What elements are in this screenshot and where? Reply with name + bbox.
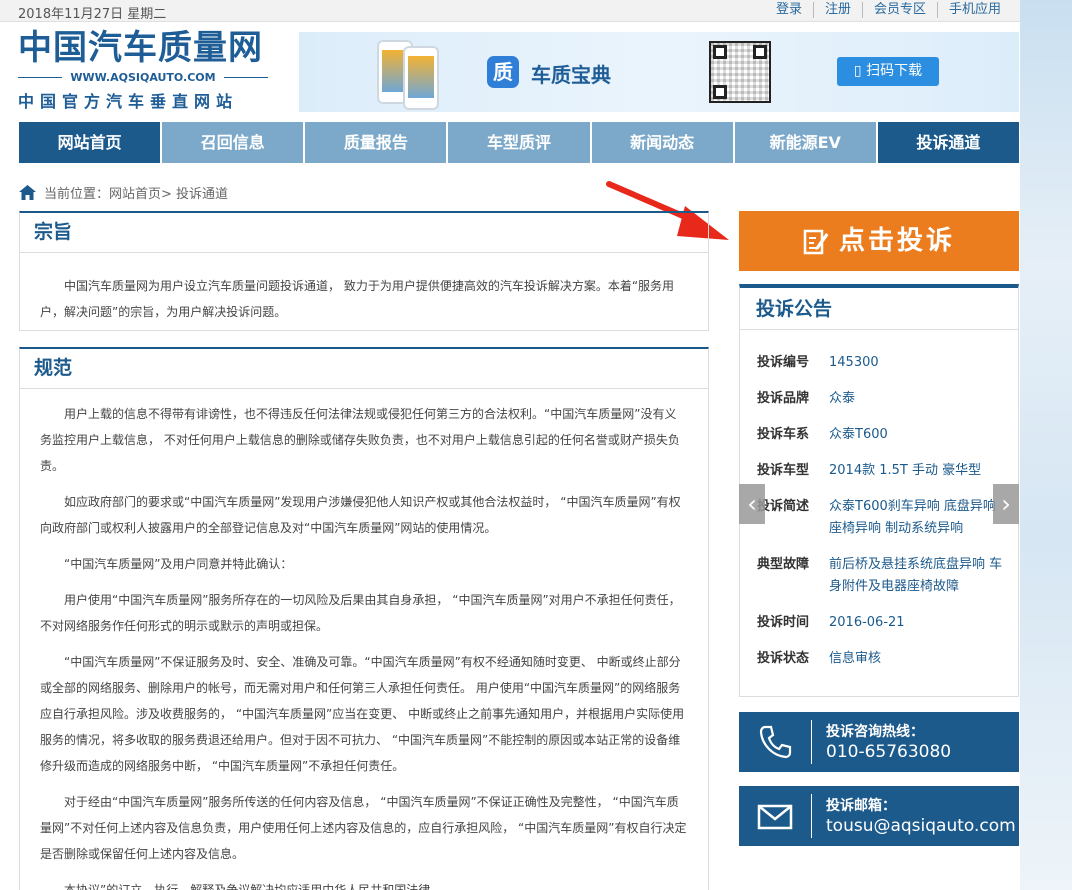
notice-value: 2016-06-21 bbox=[829, 615, 905, 630]
notice-key: 投诉时间 bbox=[757, 615, 810, 630]
notice-key: 投诉车型 bbox=[757, 463, 810, 478]
home-icon bbox=[19, 185, 36, 200]
top-links: 登录 注册 会员专区 手机应用 bbox=[765, 2, 1012, 18]
logo-slogan: 中国官方汽车垂直网站 bbox=[18, 92, 239, 111]
phone-image bbox=[403, 46, 439, 110]
scan-download-button[interactable]: ▯ 扫码下载 bbox=[837, 57, 939, 86]
rules-paragraph: “中国汽车质量网”不保证服务及时、安全、准确及可靠。“中国汽车质量网”有权不经通… bbox=[40, 655, 685, 773]
notice-prev-button[interactable]: ‹ bbox=[739, 484, 765, 524]
notice-key: 投诉车系 bbox=[757, 427, 810, 442]
breadcrumb: 当前位置：网站首页> 投诉通道 bbox=[19, 183, 228, 202]
nav-recall[interactable]: 召回信息 bbox=[162, 122, 304, 163]
purpose-section: 宗旨 中国汽车质量网为用户设立汽车质量问题投诉通道， 致力于为用户提供便捷高效的… bbox=[19, 211, 709, 331]
email-address[interactable]: tousu@aqsiqauto.com bbox=[826, 816, 1016, 836]
logo-url-row: WWW.AQSIQAUTO.COM bbox=[18, 71, 268, 84]
rules-paragraph: 如应政府部门的要求或“中国汽车质量网”发现用户涉嫌侵犯他人知识产权或其他合法权益… bbox=[40, 495, 681, 535]
page-background bbox=[1020, 0, 1072, 890]
rules-paragraph: 本协议”的订立、执行、解释及争议解决均应适用中华人民共和国法律。 bbox=[64, 883, 443, 890]
complaint-notice-panel: 投诉公告 投诉编号 145300 投诉品牌 众泰 投诉车系 众泰T600 投诉车… bbox=[739, 284, 1019, 697]
current-date: 2018年11月27日 星期二 bbox=[18, 7, 167, 22]
nav-new-energy[interactable]: 新能源EV bbox=[734, 122, 876, 163]
notice-next-button[interactable]: › bbox=[993, 484, 1019, 524]
notice-row: 投诉编号 145300 bbox=[757, 352, 1018, 374]
nav-news[interactable]: 新闻动态 bbox=[591, 122, 733, 163]
notice-row: 投诉车型 2014款 1.5T 手动 豪华型 bbox=[757, 460, 1018, 482]
site-logo[interactable]: 中国汽车质量网 WWW.AQSIQAUTO.COM 中国官方汽车垂直网站 bbox=[18, 28, 268, 116]
notice-value: 145300 bbox=[829, 355, 879, 370]
notice-row: 典型故障 前后桥及悬挂系统底盘异响 车身附件及电器座椅故障 bbox=[757, 554, 1018, 598]
notice-row: 投诉状态 信息审核 bbox=[757, 648, 1018, 670]
rules-paragraph: 用户上载的信息不得带有诽谤性，也不得违反任何法律法规或侵犯任何第三方的合法权利。… bbox=[40, 407, 680, 473]
register-link[interactable]: 注册 bbox=[812, 2, 862, 18]
notice-value: 2014款 1.5T 手动 豪华型 bbox=[829, 463, 982, 478]
notice-row: 投诉品牌 众泰 bbox=[757, 388, 1018, 410]
notice-key: 投诉简述 bbox=[757, 499, 810, 514]
nav-model-review[interactable]: 车型质评 bbox=[448, 122, 590, 163]
chevron-left-icon: ‹ bbox=[747, 490, 757, 518]
notice-key: 典型故障 bbox=[757, 557, 810, 572]
logo-title: 中国汽车质量网 bbox=[18, 28, 263, 68]
logo-url: WWW.AQSIQAUTO.COM bbox=[70, 71, 216, 84]
hotline-label: 投诉咨询热线： bbox=[826, 724, 924, 740]
nav-quality-report[interactable]: 质量报告 bbox=[305, 122, 447, 163]
breadcrumb-text: 当前位置：网站首页> 投诉通道 bbox=[44, 187, 229, 202]
nav-home[interactable]: 网站首页 bbox=[19, 122, 161, 163]
phone-icon bbox=[759, 725, 792, 759]
notice-title: 投诉公告 bbox=[740, 288, 1018, 330]
purpose-paragraph: 中国汽车质量网为用户设立汽车质量问题投诉通道， 致力于为用户提供便捷高效的汽车投… bbox=[40, 279, 675, 319]
notice-row: 投诉车系 众泰T600 bbox=[757, 424, 1018, 446]
notice-value: 信息审核 bbox=[829, 651, 882, 666]
email-label: 投诉邮箱： bbox=[826, 798, 896, 814]
rules-section: 规范 用户上载的信息不得带有诽谤性，也不得违反任何法律法规或侵犯任何第三方的合法… bbox=[19, 347, 709, 890]
qr-code-icon bbox=[709, 41, 771, 103]
notice-row: 投诉时间 2016-06-21 bbox=[757, 612, 1018, 634]
notice-value: 众泰T600 bbox=[829, 427, 888, 442]
rules-title: 规范 bbox=[20, 349, 708, 389]
submit-complaint-button[interactable]: 点击投诉 bbox=[739, 211, 1019, 271]
email-panel: 投诉邮箱： tousu@aqsiqauto.com bbox=[739, 786, 1019, 846]
notice-row: 投诉简述 众泰T600刹车异响 底盘异响 座椅异响 制动系统异响 bbox=[757, 496, 1018, 540]
edit-icon bbox=[803, 229, 829, 254]
hotline-number[interactable]: 010-65763080 bbox=[826, 742, 951, 762]
login-link[interactable]: 登录 bbox=[765, 2, 813, 18]
chevron-right-icon: › bbox=[1001, 490, 1011, 518]
notice-value: 众泰 bbox=[829, 391, 856, 406]
phone-icon: ▯ bbox=[853, 63, 867, 79]
app-name: 车质宝典 bbox=[531, 63, 611, 87]
submit-complaint-label: 点击投诉 bbox=[838, 226, 955, 256]
top-bar: 2018年11月27日 星期二 登录 注册 会员专区 手机应用 bbox=[0, 0, 1020, 22]
nav-complaint[interactable]: 投诉通道 bbox=[877, 122, 1019, 163]
mobile-app-link[interactable]: 手机应用 bbox=[936, 2, 1012, 18]
rules-paragraph: 用户使用“中国汽车质量网”服务所存在的一切风险及后果由其自身承担， “中国汽车质… bbox=[40, 593, 681, 633]
notice-rows[interactable]: 投诉编号 145300 投诉品牌 众泰 投诉车系 众泰T600 投诉车型 201… bbox=[740, 330, 1018, 670]
scan-download-label: 扫码下载 bbox=[866, 63, 923, 79]
app-icon: 质 bbox=[487, 56, 519, 88]
notice-key: 投诉品牌 bbox=[757, 391, 810, 406]
purpose-title: 宗旨 bbox=[20, 213, 708, 253]
notice-value: 众泰T600刹车异响 底盘异响 座椅异响 制动系统异响 bbox=[829, 499, 996, 536]
app-banner[interactable]: 质 车质宝典 ▯ 扫码下载 bbox=[299, 32, 1019, 112]
main-nav: 网站首页 召回信息 质量报告 车型质评 新闻动态 新能源EV 投诉通道 bbox=[19, 122, 1019, 163]
hotline-panel: 投诉咨询热线： 010-65763080 bbox=[739, 712, 1019, 772]
rules-paragraph: 对于经由“中国汽车质量网”服务所传送的任何内容及信息， “中国汽车质量网”不保证… bbox=[40, 795, 687, 861]
member-area-link[interactable]: 会员专区 bbox=[861, 2, 937, 18]
mail-icon bbox=[757, 804, 793, 830]
notice-key: 投诉状态 bbox=[757, 651, 810, 666]
notice-key: 投诉编号 bbox=[757, 355, 810, 370]
notice-value: 前后桥及悬挂系统底盘异响 车身附件及电器座椅故障 bbox=[829, 557, 1003, 594]
rules-paragraph: “中国汽车质量网”及用户同意并特此确认： bbox=[64, 557, 293, 571]
